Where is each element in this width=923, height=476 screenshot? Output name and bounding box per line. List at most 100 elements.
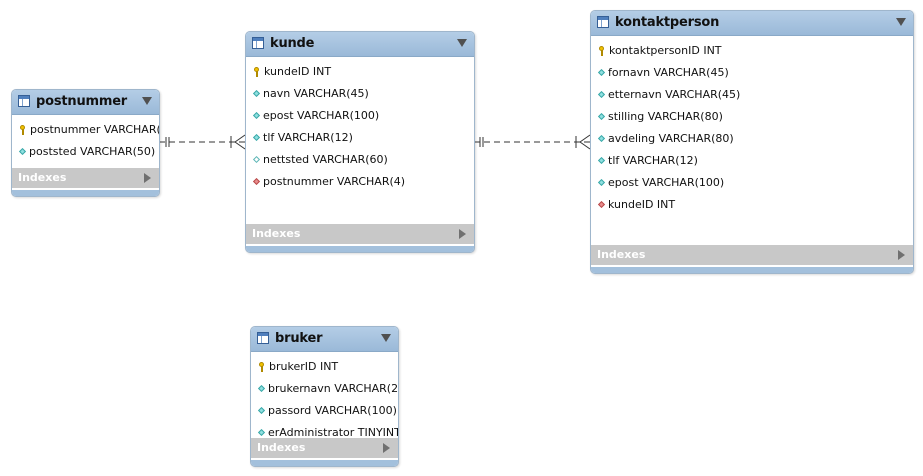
expand-arrow-icon[interactable] xyxy=(383,443,390,453)
column-label: kundeID INT xyxy=(608,198,676,211)
table-name: kontaktperson xyxy=(615,15,720,30)
table-postnummer[interactable]: postnummer postnummer VARCHAR(4) postste… xyxy=(11,89,160,197)
column-row[interactable]: epost VARCHAR(100) xyxy=(246,105,474,127)
table-name: kunde xyxy=(270,36,315,51)
expand-arrow-icon[interactable] xyxy=(898,250,905,260)
column-notnull-icon xyxy=(597,134,606,144)
table-name: bruker xyxy=(275,331,323,346)
column-label: fornavn VARCHAR(45) xyxy=(608,66,729,79)
column-row[interactable]: epost VARCHAR(100) xyxy=(591,172,913,194)
table-icon xyxy=(597,16,609,28)
column-notnull-icon xyxy=(597,112,606,122)
crowfoot xyxy=(234,141,246,150)
column-notnull-icon xyxy=(257,406,266,416)
indexes-label: Indexes xyxy=(257,441,306,454)
column-row[interactable]: brukerID INT xyxy=(251,356,398,378)
column-notnull-icon xyxy=(597,156,606,166)
column-notnull-icon xyxy=(252,89,261,99)
collapse-caret-icon[interactable] xyxy=(381,334,391,342)
column-label: tlf VARCHAR(12) xyxy=(608,154,698,167)
column-notnull-icon xyxy=(597,178,606,188)
column-row[interactable]: tlf VARCHAR(12) xyxy=(246,127,474,149)
crowfoot xyxy=(234,134,246,143)
primary-key-icon xyxy=(18,125,28,135)
table-header[interactable]: bruker xyxy=(251,327,398,352)
column-notnull-icon xyxy=(597,68,606,78)
column-label: brukernavn VARCHAR(20) xyxy=(268,382,399,395)
column-label: passord VARCHAR(100) xyxy=(268,404,397,417)
column-nullable-icon xyxy=(252,155,261,165)
column-row[interactable]: poststed VARCHAR(50) xyxy=(12,141,159,163)
table-footer xyxy=(246,246,474,252)
column-label: nettsted VARCHAR(60) xyxy=(263,153,388,166)
column-label: postnummer VARCHAR(4) xyxy=(30,123,160,136)
relationship-kunde-kontaktperson xyxy=(474,134,591,150)
column-label: stilling VARCHAR(80) xyxy=(608,110,723,123)
table-footer xyxy=(12,190,159,196)
table-bruker[interactable]: bruker brukerID INT brukernavn VARCHAR(2… xyxy=(250,326,399,467)
relationship-postnummer-kunde xyxy=(159,134,246,150)
collapse-caret-icon[interactable] xyxy=(142,97,152,105)
primary-key-icon xyxy=(252,67,262,77)
column-notnull-icon xyxy=(252,111,261,121)
table-icon xyxy=(252,37,264,49)
table-header[interactable]: postnummer xyxy=(12,90,159,115)
indexes-bar[interactable]: Indexes xyxy=(251,438,398,458)
table-header[interactable]: kunde xyxy=(246,32,474,57)
column-row[interactable]: postnummer VARCHAR(4) xyxy=(12,119,159,141)
column-label: postnummer VARCHAR(4) xyxy=(263,175,406,188)
column-row[interactable]: kundeID INT xyxy=(246,61,474,83)
table-kontaktperson[interactable]: kontaktperson kontaktpersonID INT fornav… xyxy=(590,10,914,274)
foreign-key-icon xyxy=(252,177,261,187)
column-row[interactable]: stilling VARCHAR(80) xyxy=(591,106,913,128)
primary-key-icon xyxy=(597,46,607,56)
table-header[interactable]: kontaktperson xyxy=(591,11,913,36)
indexes-bar[interactable]: Indexes xyxy=(591,245,913,265)
column-row[interactable]: etternavn VARCHAR(45) xyxy=(591,84,913,106)
column-notnull-icon xyxy=(257,384,266,394)
column-label: etternavn VARCHAR(45) xyxy=(608,88,741,101)
table-footer xyxy=(251,460,398,466)
column-row[interactable]: tlf VARCHAR(12) xyxy=(591,150,913,172)
table-name: postnummer xyxy=(36,94,128,109)
indexes-bar[interactable]: Indexes xyxy=(246,224,474,244)
collapse-caret-icon[interactable] xyxy=(896,18,906,26)
table-footer xyxy=(591,267,913,273)
collapse-caret-icon[interactable] xyxy=(457,39,467,47)
column-row[interactable]: passord VARCHAR(100) xyxy=(251,400,398,422)
column-notnull-icon xyxy=(597,90,606,100)
column-row[interactable]: kontaktpersonID INT xyxy=(591,40,913,62)
indexes-bar[interactable]: Indexes xyxy=(12,168,159,188)
column-label: epost VARCHAR(100) xyxy=(263,109,380,122)
column-row[interactable]: kundeID INT xyxy=(591,194,913,216)
expand-arrow-icon[interactable] xyxy=(144,173,151,183)
primary-key-icon xyxy=(257,362,267,372)
indexes-label: Indexes xyxy=(18,171,67,184)
column-label: epost VARCHAR(100) xyxy=(608,176,725,189)
column-row[interactable]: nettsted VARCHAR(60) xyxy=(246,149,474,171)
expand-arrow-icon[interactable] xyxy=(459,229,466,239)
column-row[interactable]: brukernavn VARCHAR(20) xyxy=(251,378,398,400)
column-row[interactable]: fornavn VARCHAR(45) xyxy=(591,62,913,84)
column-label: tlf VARCHAR(12) xyxy=(263,131,353,144)
indexes-label: Indexes xyxy=(252,227,301,240)
table-icon xyxy=(257,332,269,344)
column-label: avdeling VARCHAR(80) xyxy=(608,132,734,145)
table-icon xyxy=(18,95,30,107)
column-row[interactable]: avdeling VARCHAR(80) xyxy=(591,128,913,150)
column-label: kontaktpersonID INT xyxy=(609,44,722,57)
column-notnull-icon xyxy=(252,133,261,143)
crowfoot xyxy=(579,134,591,143)
column-notnull-icon xyxy=(257,428,266,438)
column-label: kundeID INT xyxy=(264,65,332,78)
column-row[interactable]: navn VARCHAR(45) xyxy=(246,83,474,105)
indexes-label: Indexes xyxy=(597,248,646,261)
column-row[interactable]: postnummer VARCHAR(4) xyxy=(246,171,474,193)
table-kunde[interactable]: kunde kundeID INT navn VARCHAR(45) epost… xyxy=(245,31,475,253)
column-label: poststed VARCHAR(50) xyxy=(29,145,156,158)
column-label: navn VARCHAR(45) xyxy=(263,87,369,100)
crowfoot xyxy=(579,141,591,150)
column-label: brukerID INT xyxy=(269,360,339,373)
column-notnull-icon xyxy=(18,147,27,157)
foreign-key-icon xyxy=(597,200,606,210)
